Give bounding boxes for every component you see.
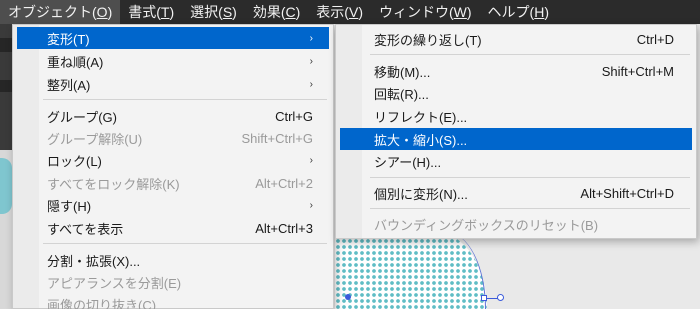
menu-item-label: 変形(T): [47, 31, 90, 47]
menu-item-label: 回転(R)...: [374, 86, 429, 102]
menu-item-shortcut: Ctrl+G: [275, 108, 313, 124]
menu-item-label: 拡大・縮小(S)...: [374, 132, 468, 148]
menu-item-label: アピアランスを分割(E): [47, 275, 182, 291]
menu-item-ungroup: グループ解除(U) Shift+Ctrl+G: [17, 127, 329, 149]
menubar-item-help[interactable]: ヘルプ(H): [480, 0, 557, 24]
menubar-label-end: ): [107, 4, 113, 20]
menubar-item-type[interactable]: 書式(T): [120, 0, 182, 24]
menu-separator: [43, 99, 327, 100]
menubar-accelerator: O: [96, 4, 108, 20]
menubar-item-window[interactable]: ウィンドウ(W): [371, 0, 480, 24]
menubar-accelerator: S: [222, 4, 233, 20]
menu-item-shortcut: Alt+Ctrl+2: [255, 175, 313, 191]
menu-separator: [370, 177, 690, 178]
menu-item-scale[interactable]: 拡大・縮小(S)...: [340, 128, 692, 150]
menu-item-shortcut: Alt+Shift+Ctrl+D: [580, 185, 674, 201]
menu-separator: [370, 54, 690, 55]
menubar-item-view[interactable]: 表示(V): [308, 0, 371, 24]
toolbar-block: [0, 38, 12, 52]
menu-separator: [43, 243, 327, 244]
submenu-arrow-icon: ›: [309, 32, 313, 44]
menubar-item-select[interactable]: 選択(S): [182, 0, 245, 24]
submenu-arrow-icon: ›: [309, 55, 313, 67]
rotation-handle[interactable]: [497, 294, 504, 301]
menubar-label-end: ): [466, 4, 472, 20]
menubar-accelerator: C: [285, 4, 296, 20]
submenu-arrow-icon: ›: [309, 78, 313, 90]
menu-item-label: すべてをロック解除(K): [47, 176, 180, 192]
menu-item-lock[interactable]: ロック(L) ›: [17, 149, 329, 171]
menu-item-rotate[interactable]: 回転(R)...: [340, 82, 692, 104]
menu-item-transform[interactable]: 変形(T) ›: [17, 27, 329, 49]
menubar-item-object[interactable]: オブジェクト(O): [0, 0, 121, 24]
menu-item-label: リフレクト(E)...: [374, 109, 468, 125]
menu-bar: オブジェクト(O) 書式(T) 選択(S) 効果(C) 表示(V) ウィンドウ(…: [0, 0, 700, 24]
menubar-label-end: ): [295, 4, 301, 20]
selection-handle[interactable]: [481, 295, 487, 301]
menu-item-label: 画像の切り抜き(C): [47, 297, 157, 309]
menu-item-reflect[interactable]: リフレクト(E)...: [340, 105, 692, 127]
menubar-label: ヘルプ(: [487, 4, 535, 20]
menubar-label-end: ): [544, 4, 550, 20]
menu-item-arrange[interactable]: 重ね順(A) ›: [17, 50, 329, 72]
menu-item-label: 変形の繰り返し(T): [374, 32, 482, 48]
anchor-point[interactable]: [345, 294, 351, 300]
transform-submenu: 変形の繰り返し(T) Ctrl+D 移動(M)... Shift+Ctrl+M 回転…: [335, 24, 697, 239]
menubar-label: オブジェクト(: [8, 4, 97, 20]
menubar-item-effect[interactable]: 効果(C): [245, 0, 308, 24]
menu-item-shortcut: Shift+Ctrl+G: [241, 130, 313, 146]
object-menu: 変形(T) › 重ね順(A) › 整列(A) › グループ(G) Ctrl+G グループ…: [12, 24, 334, 309]
menu-separator: [370, 208, 690, 209]
menubar-label: 表示(: [316, 4, 349, 20]
menubar-accelerator: H: [534, 4, 545, 20]
menubar-accelerator: W: [453, 4, 467, 20]
menu-item-label: 個別に変形(N)...: [374, 186, 468, 202]
artwork-shape-left: [0, 158, 12, 214]
menubar-label-end: ): [169, 4, 175, 20]
menu-item-label: 隠す(H): [47, 198, 92, 214]
menu-item-group[interactable]: グループ(G) Ctrl+G: [17, 105, 329, 127]
menubar-accelerator: V: [348, 4, 359, 20]
menu-item-hide[interactable]: 隠す(H) ›: [17, 194, 329, 216]
menu-item-shear[interactable]: シアー(H)...: [340, 150, 692, 172]
menu-item-label: グループ(G): [47, 109, 117, 125]
menu-item-shortcut: Shift+Ctrl+M: [601, 63, 674, 79]
menu-item-transform-each[interactable]: 個別に変形(N)... Alt+Shift+Ctrl+D: [340, 182, 692, 204]
menu-item-expand[interactable]: 分割・拡張(X)...: [17, 249, 329, 271]
menu-item-transform-again[interactable]: 変形の繰り返し(T) Ctrl+D: [340, 28, 692, 50]
menu-item-label: ロック(L): [47, 153, 102, 169]
menu-item-label: シアー(H)...: [374, 154, 442, 170]
menubar-label: 選択(: [190, 4, 223, 20]
menu-item-shortcut: Ctrl+D: [636, 31, 674, 47]
menu-item-show-all[interactable]: すべてを表示 Alt+Ctrl+3: [17, 217, 329, 239]
menu-item-label: すべてを表示: [47, 221, 124, 237]
menu-item-label: 移動(M)...: [374, 64, 431, 80]
menu-item-expand-appearance: アピアランスを分割(E): [17, 271, 329, 293]
menubar-label: ウィンドウ(: [378, 4, 454, 20]
menu-item-reset-bounding-box: バウンディングボックスのリセット(B): [340, 213, 692, 235]
menu-item-align[interactable]: 整列(A) ›: [17, 73, 329, 95]
menu-item-crop-image: 画像の切り抜き(C): [17, 293, 329, 309]
menubar-label: 書式(: [128, 4, 161, 20]
menu-item-shortcut: Alt+Ctrl+3: [255, 220, 313, 236]
submenu-arrow-icon: ›: [309, 154, 313, 166]
menu-item-move[interactable]: 移動(M)... Shift+Ctrl+M: [340, 60, 692, 82]
menu-item-unlock-all: すべてをロック解除(K) Alt+Ctrl+2: [17, 172, 329, 194]
menu-item-label: 分割・拡張(X)...: [47, 253, 141, 269]
menu-item-label: 重ね順(A): [47, 54, 104, 70]
menu-item-label: バウンディングボックスのリセット(B): [374, 217, 599, 233]
menubar-label: 効果(: [252, 4, 286, 20]
menu-item-label: 整列(A): [47, 77, 91, 93]
toolbar-block: [0, 80, 12, 92]
menubar-label-end: ): [358, 4, 363, 20]
menubar-label-end: ): [232, 4, 237, 20]
submenu-arrow-icon: ›: [309, 199, 313, 211]
menu-item-label: グループ解除(U): [47, 131, 143, 147]
